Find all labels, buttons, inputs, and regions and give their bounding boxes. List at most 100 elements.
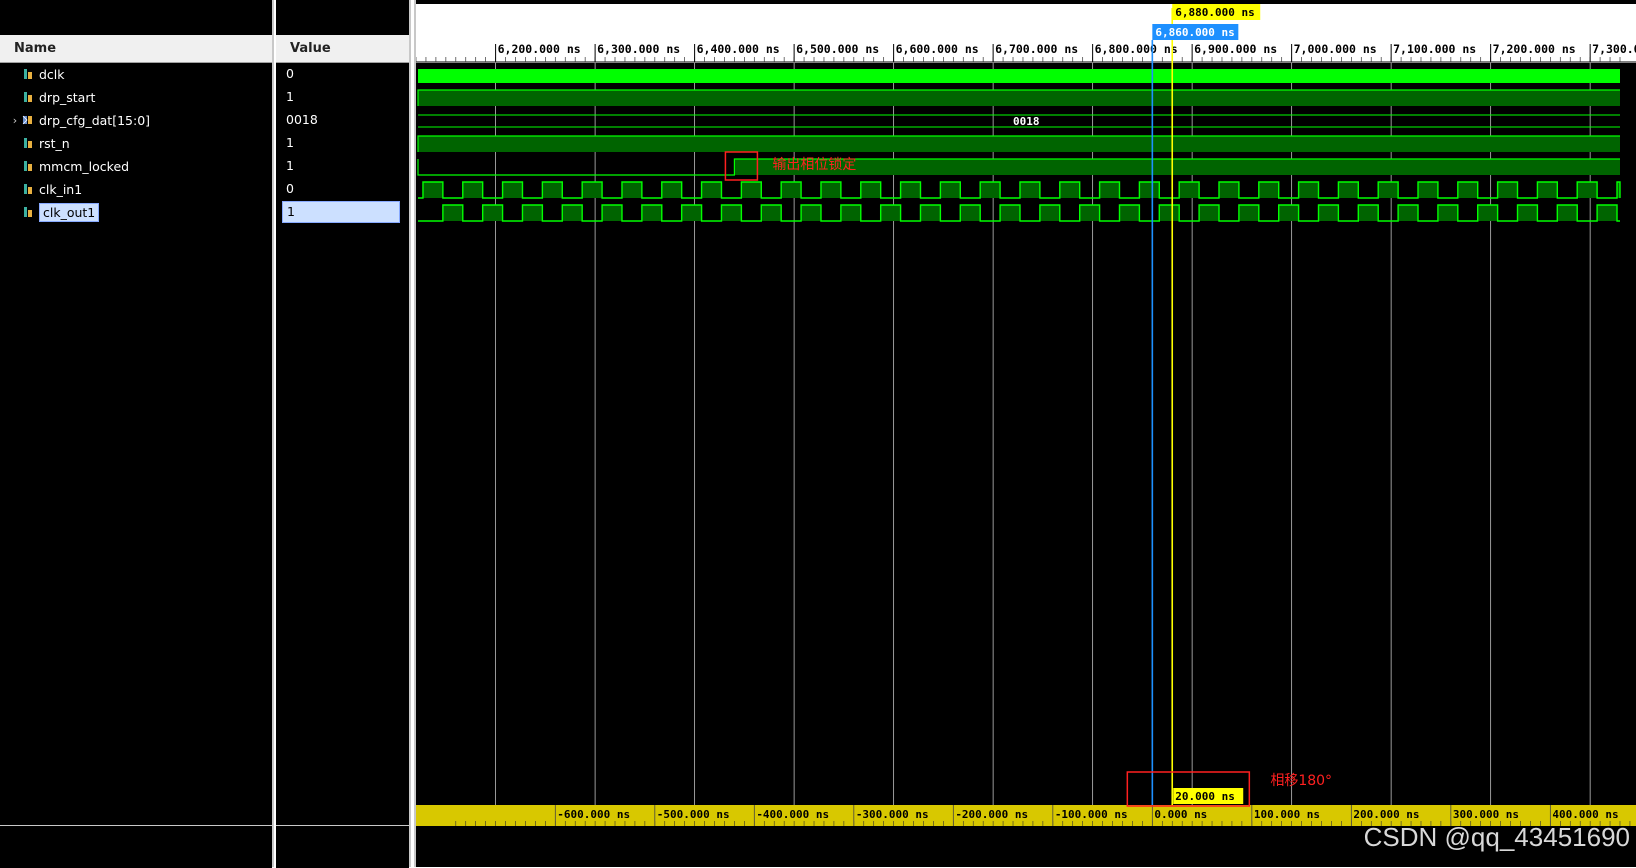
signal-name-label: clk_in1 [39, 181, 83, 197]
clock-high-fill [1059, 182, 1080, 198]
clock-high-fill [681, 205, 702, 221]
marker-cursor-label: 6,860.000 ns [1155, 26, 1234, 39]
clock-high-fill [1577, 182, 1598, 198]
ruler-tick-label: 6,300.000 ns [597, 42, 680, 56]
clock-high-fill [840, 205, 861, 221]
clock-high-fill [542, 182, 563, 198]
clock-high-fill [1119, 205, 1140, 221]
clock-high-fill [1517, 205, 1538, 221]
clock-high-fill [761, 205, 782, 221]
value-column-header[interactable]: Value [276, 35, 409, 63]
clock-high-fill [880, 205, 901, 221]
clock-high-fill [1437, 205, 1458, 221]
clock-high-fill [621, 182, 642, 198]
values-top-strip [276, 0, 409, 35]
expand-chevron-icon[interactable]: › [8, 114, 22, 127]
clock-high-fill [1258, 182, 1279, 198]
delta-tick-label: -300.000 ns [856, 808, 929, 821]
ruler-tick-label: 7,000.000 ns [1294, 42, 1377, 56]
waveform-panel[interactable]: 6,200.000 ns 6,300.000 ns 6,400.000 ns 6,50… [414, 0, 1636, 867]
clock-high-fill [721, 205, 742, 221]
clock-high-fill [1398, 205, 1419, 221]
clock-high-fill [442, 205, 463, 221]
signal-name-label: mmcm_locked [39, 158, 130, 174]
clock-high-fill [860, 182, 881, 198]
signal-value-cell[interactable]: 0018 [282, 109, 400, 131]
signal-name-panel: Name dclk drp_start › drp_cfg_dat[15:0] rst_… [0, 0, 274, 868]
signal-name-label: rst_n [39, 135, 70, 151]
signal-row-drp_start[interactable]: drp_start [0, 86, 272, 108]
bit-signal-icon [24, 92, 32, 102]
signal-name-label: drp_cfg_dat[15:0] [39, 112, 151, 128]
wave-dclk [418, 69, 1620, 83]
delta-tick-label: -200.000 ns [955, 808, 1028, 821]
clock-high-fill [960, 205, 981, 221]
signal-row-clk_out1[interactable]: clk_out1 [0, 201, 272, 223]
clock-high-fill [602, 205, 622, 221]
signal-value-cell[interactable]: 1 [282, 132, 400, 154]
names-top-strip [0, 0, 272, 35]
signal-name-label: clk_out1 [39, 202, 100, 222]
main-cursor-label: 6,880.000 ns [1175, 6, 1254, 19]
ruler-tick-label: 7,200.000 ns [1493, 42, 1576, 56]
delta-tick-label: -500.000 ns [657, 808, 730, 821]
clock-high-fill [1358, 205, 1379, 221]
clock-high-fill [1298, 182, 1319, 198]
bit-signal-icon [24, 69, 32, 79]
names-footer [0, 825, 272, 868]
delta-tick-label: -400.000 ns [756, 808, 829, 821]
clock-high-fill [1497, 182, 1518, 198]
signal-row-mmcm_locked[interactable]: mmcm_locked [0, 155, 272, 177]
clock-high-fill [1557, 205, 1578, 221]
bus-signal-icon [22, 115, 32, 125]
clock-high-fill [920, 205, 941, 221]
clock-high-fill [781, 182, 802, 198]
signal-value-cell[interactable]: 1 [282, 201, 400, 223]
clock-high-fill [1597, 205, 1618, 221]
signal-value-cell[interactable]: 0 [282, 63, 400, 85]
clock-high-fill [1199, 205, 1219, 221]
clock-high-fill [1338, 182, 1359, 198]
signal-value-panel: Value 0 1 0018 1 1 0 1 [276, 0, 411, 868]
clock-high-fill [820, 182, 841, 198]
bit-signal-icon [24, 184, 32, 194]
ruler-tick-label: 7,300.000 ns [1592, 42, 1636, 56]
values-footer [276, 825, 409, 868]
clock-high-fill [582, 182, 603, 198]
ruler-tick-label: 6,700.000 ns [995, 42, 1078, 56]
name-column-header[interactable]: Name [0, 35, 272, 63]
clock-high-fill [661, 182, 682, 198]
waveform-canvas[interactable]: 6,200.000 ns 6,300.000 ns 6,400.000 ns 6,50… [416, 0, 1636, 867]
clock-high-fill [641, 205, 662, 221]
clock-high-fill [801, 205, 821, 221]
delta-tick-label: -100.000 ns [1055, 808, 1128, 821]
clock-high-fill [1079, 205, 1100, 221]
signal-value-cell[interactable]: 1 [282, 86, 400, 108]
clock-high-fill [1278, 205, 1299, 221]
bit-signal-icon [24, 161, 32, 171]
signal-name-label: drp_start [39, 89, 96, 105]
clock-high-fill [502, 182, 523, 198]
clock-high-fill [1378, 182, 1399, 198]
signal-row-rst_n[interactable]: rst_n [0, 132, 272, 154]
ruler-tick-label: 6,600.000 ns [896, 42, 979, 56]
delta-tick-label: 0.000 ns [1154, 808, 1207, 821]
ruler-tick-label: 6,200.000 ns [498, 42, 581, 56]
delta-tick-label: -600.000 ns [557, 808, 630, 821]
clock-high-fill [1179, 182, 1200, 198]
clock-high-fill [1418, 182, 1438, 198]
signal-value-cell[interactable]: 1 [282, 155, 400, 177]
phase-annotation: 相移180° [1270, 773, 1332, 789]
wave-fill [418, 90, 1620, 106]
signal-row-drp_cfg_dat[interactable]: › drp_cfg_dat[15:0] [0, 109, 272, 131]
wave-fill [418, 136, 1620, 152]
ruler-tick-label: 6,500.000 ns [796, 42, 879, 56]
ruler-top-edge [416, 0, 1636, 4]
clock-high-fill [1039, 205, 1060, 221]
signal-value-cell[interactable]: 0 [282, 178, 400, 200]
signal-row-clk_in1[interactable]: clk_in1 [0, 178, 272, 200]
watermark: CSDN @qq_43451690 [1363, 822, 1630, 852]
clock-high-fill [562, 205, 583, 221]
clock-high-fill [522, 205, 543, 221]
signal-row-dclk[interactable]: dclk [0, 63, 272, 85]
